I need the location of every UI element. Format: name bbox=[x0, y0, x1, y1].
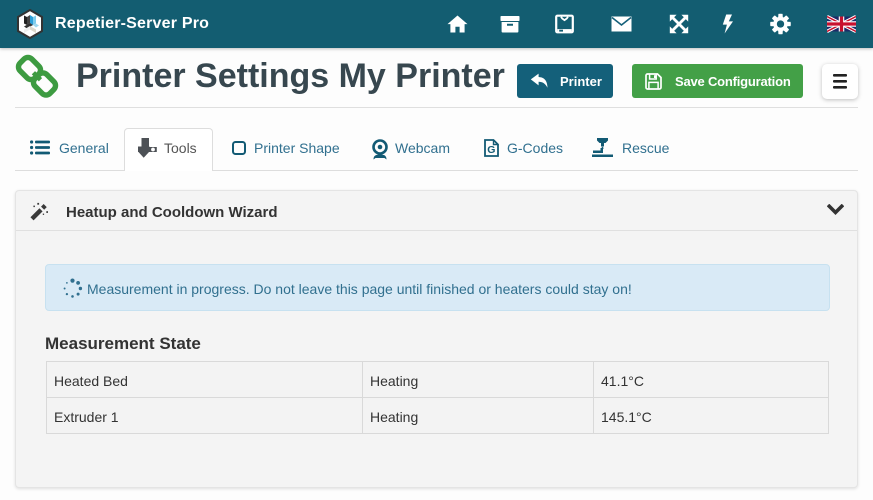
svg-text:G: G bbox=[487, 144, 495, 156]
